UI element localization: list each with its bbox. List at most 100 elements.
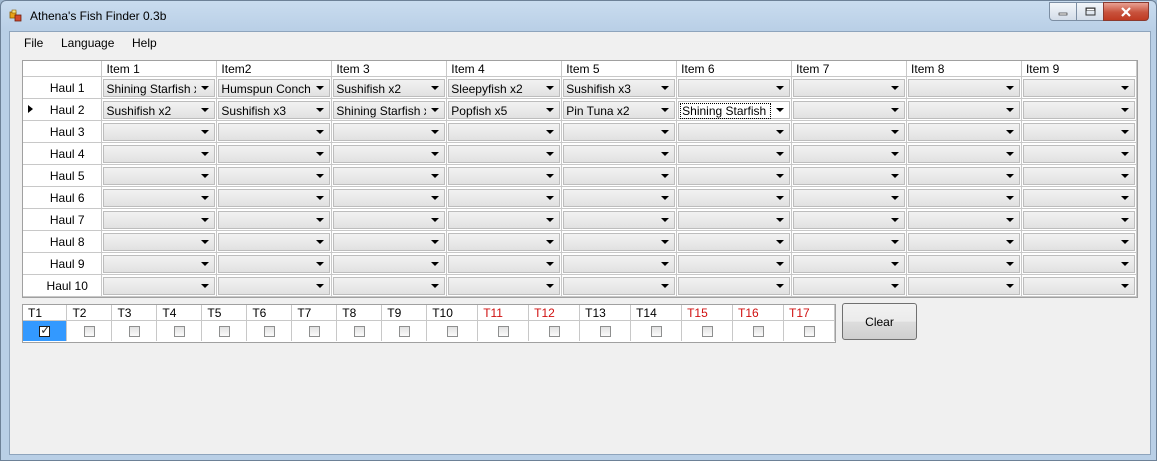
row-header[interactable]: Haul 4 (23, 142, 103, 165)
dropdown-arrow-icon[interactable] (542, 102, 558, 118)
item-dropdown[interactable] (218, 232, 331, 251)
item-dropdown[interactable] (448, 254, 561, 273)
item-dropdown[interactable] (678, 232, 791, 251)
row-header[interactable]: Haul 9 (23, 252, 103, 275)
dropdown-arrow-icon[interactable] (542, 80, 558, 96)
tier-checkbox[interactable] (83, 326, 95, 338)
item-dropdown[interactable] (678, 144, 791, 163)
dropdown-arrow-icon[interactable] (772, 102, 788, 118)
row-header[interactable]: Haul 8 (23, 230, 103, 253)
dropdown-arrow-icon[interactable] (1117, 190, 1133, 206)
dropdown-arrow-icon[interactable] (312, 212, 328, 228)
item-dropdown[interactable] (1022, 188, 1135, 207)
dropdown-arrow-icon[interactable] (427, 234, 443, 250)
item-dropdown[interactable] (333, 122, 446, 141)
item-dropdown[interactable] (1022, 232, 1135, 251)
tier-checkbox[interactable]: ✓ (39, 323, 50, 338)
item-dropdown[interactable] (103, 210, 216, 229)
item-dropdown[interactable] (333, 232, 446, 251)
dropdown-arrow-icon[interactable] (542, 124, 558, 140)
dropdown-arrow-icon[interactable] (1002, 256, 1018, 272)
dropdown-arrow-icon[interactable] (887, 168, 903, 184)
item-dropdown[interactable]: Shining Starfish x1 (678, 100, 791, 119)
dropdown-arrow-icon[interactable] (542, 190, 558, 206)
dropdown-arrow-icon[interactable] (1117, 168, 1133, 184)
item-dropdown[interactable] (103, 122, 216, 141)
item-dropdown[interactable] (678, 78, 791, 97)
dropdown-arrow-icon[interactable] (427, 256, 443, 272)
dropdown-arrow-icon[interactable] (887, 234, 903, 250)
item-dropdown[interactable] (333, 166, 446, 185)
row-header[interactable]: Haul 5 (23, 164, 103, 187)
tier-checkbox[interactable] (548, 326, 560, 338)
dropdown-arrow-icon[interactable] (312, 124, 328, 140)
dropdown-arrow-icon[interactable] (657, 256, 673, 272)
dropdown-arrow-icon[interactable] (197, 80, 213, 96)
tier-checkbox[interactable] (650, 326, 662, 338)
item-dropdown[interactable] (1022, 100, 1135, 119)
item-dropdown[interactable] (218, 144, 331, 163)
dropdown-arrow-icon[interactable] (197, 234, 213, 250)
dropdown-arrow-icon[interactable] (887, 190, 903, 206)
item-dropdown[interactable] (103, 254, 216, 273)
item-dropdown[interactable] (333, 210, 446, 229)
row-header[interactable]: Haul 1 (23, 76, 103, 99)
dropdown-arrow-icon[interactable] (887, 146, 903, 162)
dropdown-arrow-icon[interactable] (1002, 102, 1018, 118)
item-dropdown[interactable] (333, 188, 446, 207)
row-header[interactable]: Haul 3 (23, 120, 103, 143)
dropdown-arrow-icon[interactable] (197, 190, 213, 206)
item-dropdown[interactable] (103, 276, 216, 295)
item-dropdown[interactable] (448, 210, 561, 229)
dropdown-arrow-icon[interactable] (542, 234, 558, 250)
item-dropdown[interactable] (563, 166, 676, 185)
item-dropdown[interactable] (1022, 144, 1135, 163)
dropdown-arrow-icon[interactable] (427, 190, 443, 206)
column-header-item-2[interactable]: Item2 (216, 61, 333, 77)
dropdown-arrow-icon[interactable] (887, 212, 903, 228)
item-dropdown[interactable] (908, 254, 1020, 273)
dropdown-arrow-icon[interactable] (312, 190, 328, 206)
dropdown-arrow-icon[interactable] (1117, 102, 1133, 118)
dropdown-arrow-icon[interactable] (657, 190, 673, 206)
item-dropdown[interactable] (1022, 210, 1135, 229)
tier-checkbox[interactable] (128, 326, 140, 338)
dropdown-arrow-icon[interactable] (772, 234, 788, 250)
item-dropdown[interactable] (448, 232, 561, 251)
item-dropdown[interactable] (1022, 78, 1135, 97)
item-dropdown[interactable]: Sushifish x2 (103, 100, 216, 119)
menu-file[interactable]: File (24, 36, 43, 50)
item-dropdown[interactable]: Sleepyfish x2 (448, 78, 561, 97)
tier-checkbox[interactable] (803, 326, 815, 338)
item-dropdown[interactable] (563, 210, 676, 229)
item-dropdown[interactable] (333, 254, 446, 273)
column-header-item-1[interactable]: Item 1 (101, 61, 218, 77)
column-header-item-5[interactable]: Item 5 (561, 61, 678, 77)
tier-checkbox[interactable] (701, 326, 713, 338)
dropdown-arrow-icon[interactable] (772, 124, 788, 140)
item-dropdown[interactable] (908, 78, 1020, 97)
item-dropdown[interactable]: Humspun Conch (218, 78, 331, 97)
title-bar[interactable]: Athena's Fish Finder 0.3b (1, 1, 1156, 31)
item-dropdown[interactable]: Shining Starfish x1 (103, 78, 216, 97)
column-header-item-8[interactable]: Item 8 (906, 61, 1022, 77)
item-dropdown[interactable] (908, 210, 1020, 229)
dropdown-arrow-icon[interactable] (542, 212, 558, 228)
dropdown-arrow-icon[interactable] (887, 278, 903, 294)
dropdown-arrow-icon[interactable] (657, 234, 673, 250)
dropdown-arrow-icon[interactable] (1117, 234, 1133, 250)
item-dropdown[interactable] (448, 276, 561, 295)
item-dropdown[interactable] (1022, 122, 1135, 141)
item-dropdown[interactable] (678, 254, 791, 273)
dropdown-arrow-icon[interactable] (887, 80, 903, 96)
dropdown-arrow-icon[interactable] (657, 146, 673, 162)
menu-language[interactable]: Language (61, 36, 114, 50)
dropdown-arrow-icon[interactable] (542, 278, 558, 294)
tier-checkbox[interactable] (218, 326, 230, 338)
item-dropdown[interactable] (448, 166, 561, 185)
dropdown-arrow-icon[interactable] (657, 278, 673, 294)
item-dropdown[interactable] (793, 254, 906, 273)
dropdown-arrow-icon[interactable] (197, 102, 213, 118)
dropdown-arrow-icon[interactable] (772, 80, 788, 96)
item-dropdown[interactable] (103, 232, 216, 251)
